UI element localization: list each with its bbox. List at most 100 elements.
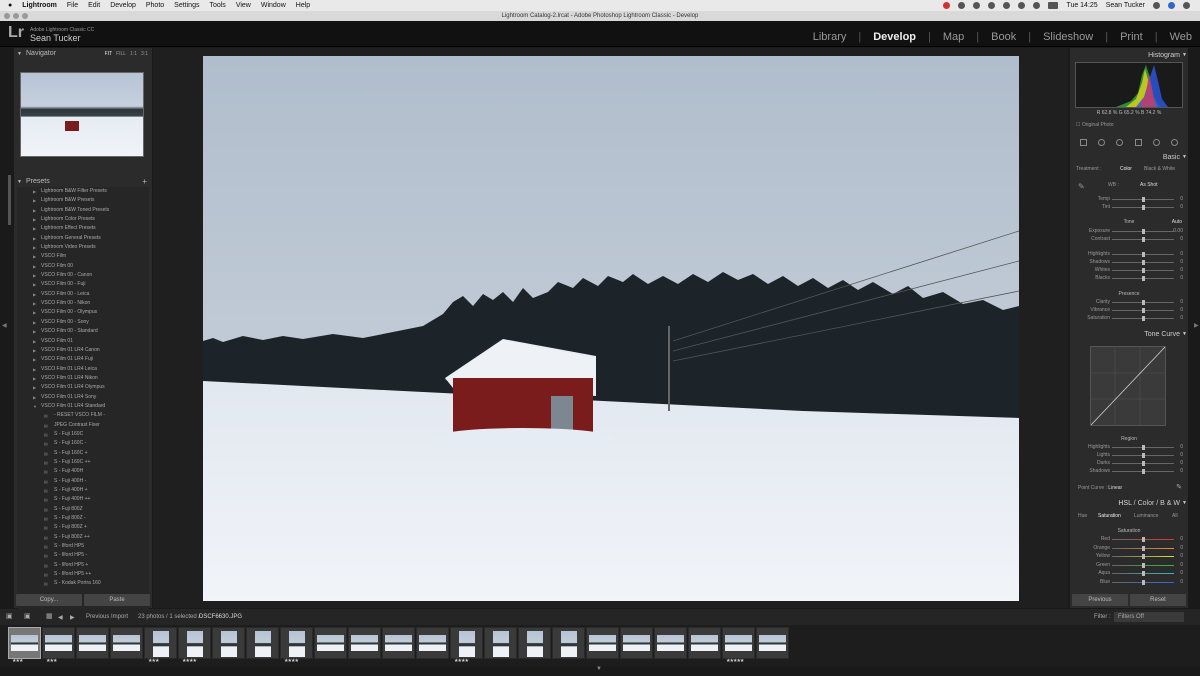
preset-item[interactable]: ▤ S - Fuji 800Z: [17, 505, 149, 514]
apple-icon[interactable]: ●: [8, 2, 12, 9]
menu-window[interactable]: Window: [261, 2, 286, 9]
develop-photo[interactable]: [203, 56, 1019, 601]
collapse-triangle-icon[interactable]: ▼: [1182, 498, 1187, 509]
menu-edit[interactable]: Edit: [88, 2, 100, 9]
preset-folder[interactable]: ▶ VSCO Film 01 LR4 Olympus: [17, 383, 149, 392]
menu-photo[interactable]: Photo: [146, 2, 164, 9]
preset-item[interactable]: ▤ S - Fuji 160C -: [17, 439, 149, 448]
blacks-value[interactable]: 0: [1180, 275, 1183, 281]
folder-triangle-icon[interactable]: ▶: [33, 374, 36, 383]
preset-item[interactable]: ▤ - RESET VSCO FILM -: [17, 411, 149, 420]
module-develop[interactable]: Develop: [873, 31, 916, 43]
filmstrip-thumbnail[interactable]: [586, 627, 619, 659]
hsl-slider-thumb[interactable]: [1142, 571, 1145, 576]
collapse-triangle-icon[interactable]: ▼: [1182, 50, 1187, 61]
wb-value[interactable]: As Shot: [1140, 182, 1158, 188]
preset-item[interactable]: ▤ S - Fuji 800Z -: [17, 514, 149, 523]
preset-folder[interactable]: ▶ Lightroom General Presets: [17, 234, 149, 243]
preset-item[interactable]: ▤ S - Ilford HP5 ++: [17, 570, 149, 579]
collapse-triangle-icon[interactable]: ▼: [17, 48, 22, 60]
saturation-value[interactable]: 0: [1180, 315, 1183, 321]
right-panel-toggle-icon[interactable]: ▶: [1194, 322, 1199, 332]
back-arrow-icon[interactable]: ◀: [58, 614, 63, 621]
hsl-slider-thumb[interactable]: [1142, 562, 1145, 568]
preset-item[interactable]: ▤ S - Ilford HP5 -: [17, 551, 149, 560]
wb-eyedropper-icon[interactable]: ✎: [1078, 182, 1085, 191]
point-curve-value[interactable]: Linear: [1108, 485, 1122, 491]
folder-triangle-icon[interactable]: ▶: [33, 346, 36, 355]
tint-slider-thumb[interactable]: [1142, 205, 1145, 210]
folder-triangle-icon[interactable]: ▶: [33, 327, 36, 336]
treatment-bw[interactable]: Black & White: [1144, 166, 1175, 172]
hsl-row-value[interactable]: 0: [1180, 545, 1183, 551]
filmstrip-filename[interactable]: DSCF6630.JPG: [199, 614, 242, 620]
copy-button[interactable]: Copy...: [16, 594, 82, 606]
radial-filter-icon[interactable]: [1152, 138, 1160, 146]
folder-triangle-icon[interactable]: ▶: [33, 308, 36, 317]
exposure-value[interactable]: 0.00: [1173, 228, 1183, 234]
temp-value[interactable]: 0: [1180, 196, 1183, 202]
folder-triangle-icon[interactable]: ▶: [33, 383, 36, 392]
treatment-color[interactable]: Color: [1120, 166, 1132, 172]
search-icon[interactable]: [1153, 2, 1160, 9]
hsl-header[interactable]: HSL / Color / B & W ▼: [1070, 498, 1188, 509]
filmstrip-thumbnail[interactable]: [212, 627, 245, 659]
hsl-row-value[interactable]: 0: [1180, 570, 1183, 576]
module-map[interactable]: Map: [943, 31, 964, 43]
preset-folder[interactable]: ▶ Lightroom Effect Presets: [17, 224, 149, 233]
reset-button[interactable]: Reset: [1130, 594, 1186, 606]
folder-triangle-icon[interactable]: ▶: [33, 206, 36, 215]
tc-highlights-value[interactable]: 0: [1180, 444, 1183, 450]
preset-item[interactable]: ▤ S - Fuji 400H +: [17, 486, 149, 495]
hsl-slider-thumb[interactable]: [1142, 545, 1145, 551]
shadows-slider-thumb[interactable]: [1142, 260, 1145, 265]
left-panel-scrollbar[interactable]: [8, 175, 11, 225]
hsl-row-value[interactable]: 0: [1180, 553, 1183, 559]
folder-triangle-icon[interactable]: ▶: [33, 318, 36, 327]
time-machine-icon[interactable]: [988, 2, 996, 9]
preset-item[interactable]: ▤ S - Fuji 160C ++: [17, 458, 149, 467]
module-library[interactable]: Library: [813, 31, 847, 43]
preset-folder[interactable]: ▶ VSCO Film 01 LR4 Canon: [17, 346, 149, 355]
preset-folder[interactable]: ▶ VSCO Film 00 - Fuji: [17, 280, 149, 289]
tc-shadows-slider-thumb[interactable]: [1142, 469, 1145, 474]
preset-folder[interactable]: ▶ VSCO Film 01 LR4 Nikon: [17, 374, 149, 383]
bluetooth-icon[interactable]: [1003, 2, 1011, 9]
vibrance-value[interactable]: 0: [1180, 307, 1183, 313]
filmstrip-thumbnail[interactable]: [314, 627, 347, 659]
folder-triangle-icon[interactable]: ▶: [33, 262, 36, 271]
navigator-preview[interactable]: [20, 72, 144, 157]
nav-fill[interactable]: FILL: [116, 48, 126, 60]
hsl-saturation-tab[interactable]: Saturation: [1098, 513, 1121, 519]
hsl-row-value[interactable]: 0: [1180, 579, 1183, 585]
filmstrip-thumbnail[interactable]: [416, 627, 449, 659]
filmstrip-thumbnail[interactable]: [552, 627, 585, 659]
preset-folder[interactable]: ▶ VSCO Film 01 LR4 Fuji: [17, 355, 149, 364]
preset-item[interactable]: ▤ S - Ilford HP5 +: [17, 561, 149, 570]
crop-tool-icon[interactable]: [1079, 138, 1087, 146]
original-photo-checkbox[interactable]: ☐ Original Photo: [1076, 122, 1114, 128]
exposure-slider-thumb[interactable]: [1142, 229, 1145, 234]
folder-triangle-icon[interactable]: ▶: [33, 234, 36, 243]
nav-1-1[interactable]: 1:1: [130, 48, 137, 60]
preset-folder[interactable]: ▶ VSCO Film 01 LR4 Leica: [17, 365, 149, 374]
main-window-icon[interactable]: ▣: [6, 612, 13, 620]
auto-tone-button[interactable]: Auto: [1172, 219, 1182, 225]
filmstrip-thumbnail[interactable]: [348, 627, 381, 659]
preset-item[interactable]: ▤ S - Fuji 400H ++: [17, 495, 149, 504]
filmstrip-thumbnail[interactable]: ★★★: [42, 627, 75, 664]
contrast-value[interactable]: 0: [1180, 236, 1183, 242]
red-eye-icon[interactable]: [1116, 138, 1124, 146]
preset-folder[interactable]: ▶ VSCO Film: [17, 252, 149, 261]
preset-item[interactable]: ▤ S - Ilford HP5: [17, 542, 149, 551]
hsl-row-value[interactable]: 0: [1180, 536, 1183, 542]
bottom-panel-toggle-icon[interactable]: ▼: [596, 666, 602, 672]
filmstrip-thumbnail[interactable]: ★★★: [144, 627, 177, 664]
highlights-value[interactable]: 0: [1180, 251, 1183, 257]
menu-app[interactable]: Lightroom: [22, 2, 57, 9]
hsl-row-value[interactable]: 0: [1180, 562, 1183, 568]
tint-value[interactable]: 0: [1180, 204, 1183, 210]
preset-folder[interactable]: ▶ VSCO Film 00 - Olympus: [17, 308, 149, 317]
clock[interactable]: Tue 14:25: [1066, 2, 1097, 9]
hsl-all-tab[interactable]: All: [1172, 513, 1178, 519]
